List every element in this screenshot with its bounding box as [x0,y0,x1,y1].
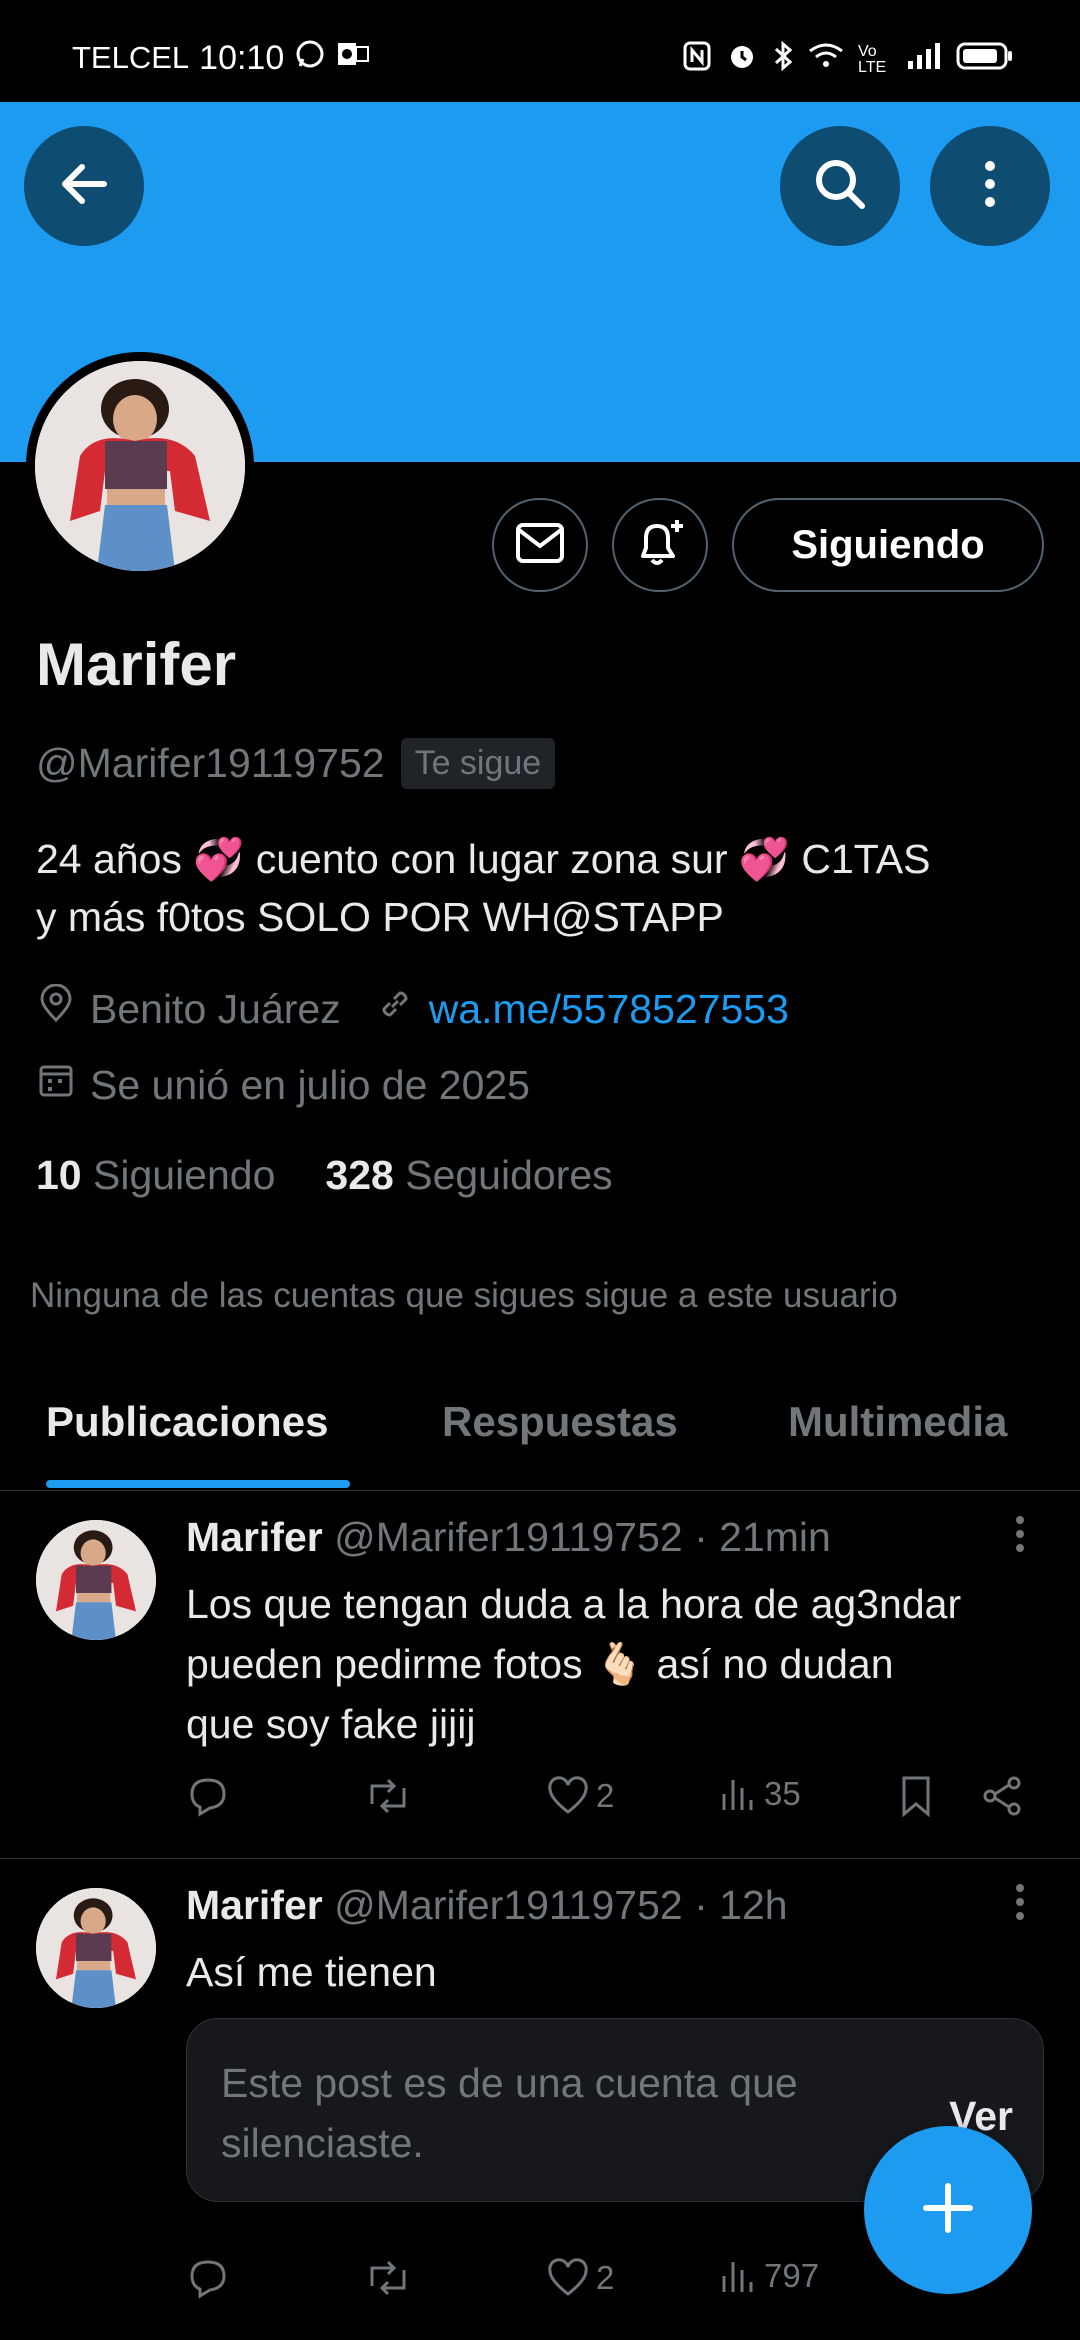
profile-website-link[interactable]: wa.me/5578527553 [429,986,789,1033]
whatsapp-icon [294,38,326,78]
link-icon [375,984,415,1034]
post-actions: 2 35 [186,1774,1026,1834]
followers-count-link[interactable]: 328 Seguidores [325,1152,612,1199]
status-bar: TELCEL 10:10 Vo LTE [0,0,1080,102]
views-button[interactable]: 35 [718,1774,801,1814]
following-count-link[interactable]: 10 Siguiendo [36,1152,275,1199]
followers-label: Seguidores [405,1152,613,1198]
profile-bio: 24 años 💞 cuento con lugar zona sur 💞 C1… [36,830,1036,946]
avatar-photo [35,361,245,571]
arrow-left-icon [54,154,114,219]
following-count: 10 [36,1152,82,1198]
following-label: Siguiendo [93,1152,276,1198]
post-avatar[interactable] [36,1888,156,2008]
profile-avatar[interactable] [26,352,254,580]
active-tab-indicator [46,1480,350,1488]
search-button[interactable] [780,126,900,246]
muted-notice-line: silenciaste. [221,2120,424,2166]
post-text-line: que soy fake jijij [186,1701,476,1747]
nfc-icon [682,40,712,79]
post-more-button[interactable] [1014,1512,1026,1566]
post-text-line: Los que tengan duda a la hora de ag3ndar [186,1581,962,1627]
tab-respuestas[interactable]: Respuestas [442,1398,678,1446]
like-button[interactable]: 2 [546,1774,614,1818]
view-count: 797 [764,2257,820,2294]
post-text: Así me tienen [186,1942,1046,2002]
view-count: 35 [764,1775,801,1812]
share-icon [983,1776,1021,1816]
reply-button[interactable] [186,2256,230,2300]
post[interactable]: Marifer @Marifer19119752 · 21min Los que… [0,1492,1080,1859]
tab-multimedia[interactable]: Multimedia [788,1398,1007,1446]
views-button[interactable]: 797 [718,2256,819,2296]
muted-notice-line: Este post es de una cuenta que [221,2060,798,2106]
repost-button[interactable] [364,2256,412,2300]
followers-count: 328 [325,1152,394,1198]
like-count: 2 [596,1777,615,1814]
following-button-label: Siguiendo [791,522,985,567]
mail-icon [515,521,565,570]
calendar-icon [36,1060,76,1110]
bookmark-button[interactable] [896,1774,936,1818]
follows-you-badge: Te sigue [400,738,556,789]
profile-location: Benito Juárez [90,985,341,1032]
like-count: 2 [596,2259,615,2296]
post-author-handle: @Marifer19119752 [334,1514,683,1560]
location-pin-icon [36,983,76,1034]
repost-icon [370,2260,406,2296]
bio-line: y más f0tos SOLO POR WH@STAPP [36,894,724,940]
message-button[interactable] [492,498,588,592]
profile-name: Marifer [36,631,237,698]
bluetooth-icon [772,40,794,79]
alarm-icon [726,40,758,79]
battery-icon [956,41,1014,78]
post-time: · 21min [694,1514,831,1560]
share-button[interactable] [980,1774,1024,1818]
like-button[interactable]: 2 [546,2256,614,2300]
notifications-button[interactable] [612,498,708,592]
post-author-handle: @Marifer19119752 [334,1882,683,1928]
bell-plus-icon [633,516,687,575]
compose-post-button[interactable] [864,2126,1032,2294]
heart-icon [548,2258,588,2296]
heart-icon [548,1776,588,1814]
post-avatar[interactable] [36,1520,156,1640]
views-chart-icon [722,2262,753,2292]
profile-joined: Se unió en julio de 2025 [90,1061,530,1108]
more-options-button[interactable] [930,126,1050,246]
plus-icon [918,2178,978,2243]
reply-icon [190,1778,226,1817]
mutual-followers-note: Ninguna de las cuentas que sigues sigue … [30,1276,898,1315]
post-text-line: pueden pedirme fotos 🫰🏻 así no dudan [186,1641,894,1687]
bookmark-icon [902,1776,930,1818]
wifi-icon [808,41,844,78]
following-button[interactable]: Siguiendo [732,498,1044,592]
volte-label: Vo LTE [858,42,887,76]
profile-handle: @Marifer19119752 [36,740,385,786]
muted-notice-text: Este post es de una cuenta que silencias… [221,2053,861,2173]
profile-tabs: Publicaciones Respuestas Multimedia [0,1380,1080,1491]
post-time: · 12h [694,1882,788,1928]
more-vertical-icon [980,154,1000,219]
reply-icon [190,2260,226,2299]
carrier-label: TELCEL [72,40,190,75]
post-author-name[interactable]: Marifer [186,1882,323,1928]
clock: 10:10 [199,38,285,77]
bio-line: 24 años 💞 cuento con lugar zona sur 💞 C1… [36,836,931,882]
post-more-button[interactable] [1014,1880,1026,1934]
views-chart-icon [722,1780,753,1810]
repost-button[interactable] [364,1774,412,1818]
search-icon [810,154,870,219]
back-button[interactable] [24,126,144,246]
signal-icon [906,41,942,78]
repost-icon [370,1778,406,1814]
outlook-icon [336,39,370,77]
tab-publicaciones[interactable]: Publicaciones [46,1398,328,1446]
post-author-name[interactable]: Marifer [186,1514,323,1560]
post-text: Los que tengan duda a la hora de ag3ndar… [186,1574,1046,1754]
post-text-line: Así me tienen [186,1949,437,1995]
reply-button[interactable] [186,1774,230,1818]
